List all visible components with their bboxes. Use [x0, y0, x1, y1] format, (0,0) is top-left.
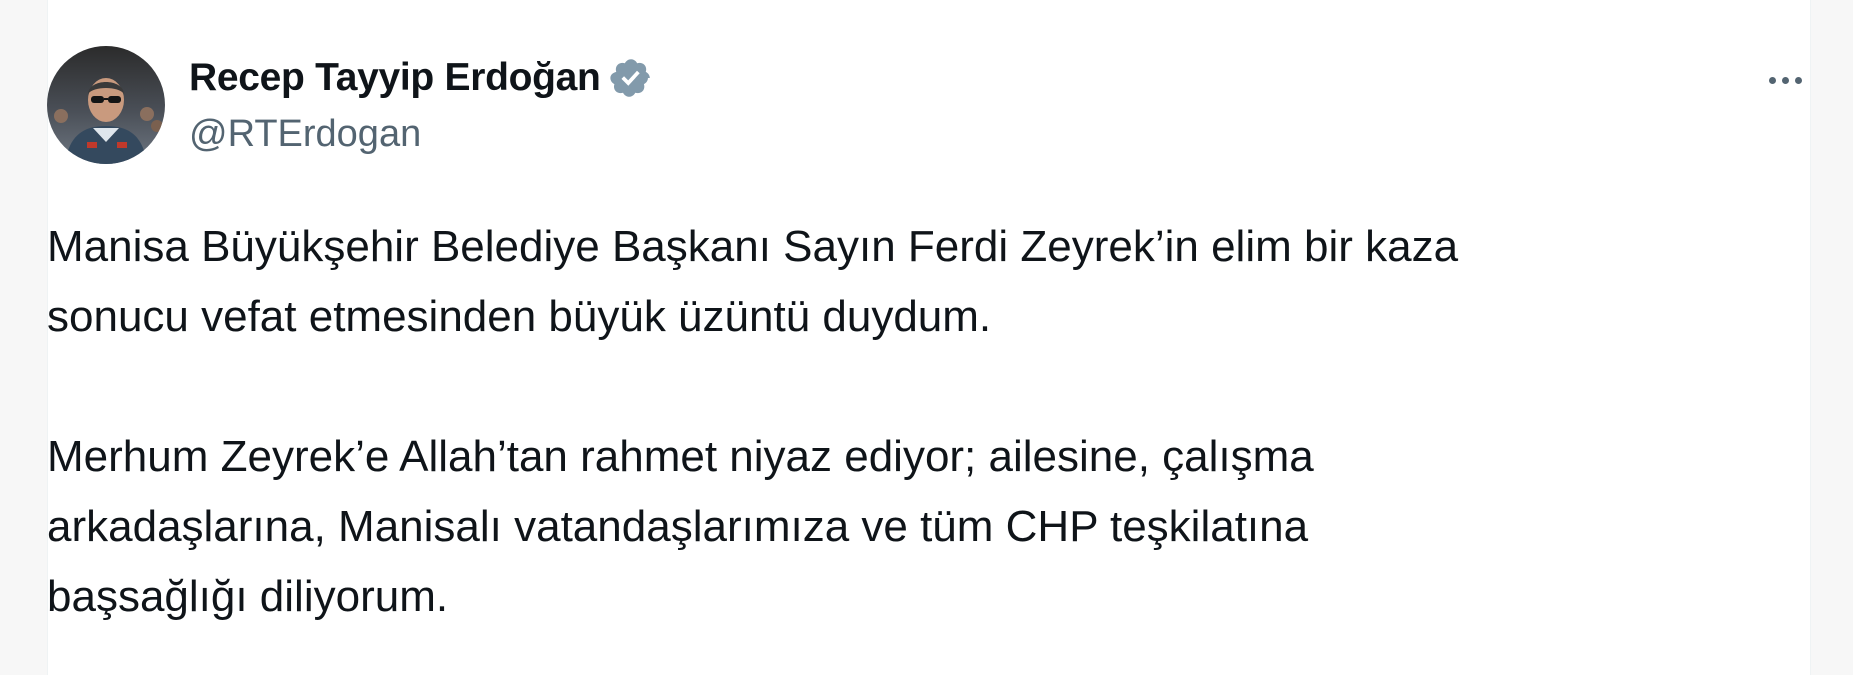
- tweet-line: sonucu vefat etmesinden büyük üzüntü duy…: [47, 292, 992, 341]
- tweet-line: başsağlığı diliyorum.: [47, 572, 449, 621]
- tweet-text: Manisa Büyükşehir Belediye Başkanı Sayın…: [47, 212, 1747, 632]
- tweet-paragraph: Manisa Büyükşehir Belediye Başkanı Sayın…: [47, 212, 1747, 352]
- tweet-line: Manisa Büyükşehir Belediye Başkanı Sayın…: [47, 222, 1459, 271]
- author-names: Recep Tayyip Erdoğan @RTErdogan: [189, 52, 653, 162]
- more-horizontal-icon: [1794, 76, 1802, 84]
- more-options-button[interactable]: [1757, 58, 1813, 102]
- more-horizontal-icon: [1768, 76, 1776, 84]
- more-horizontal-icon: [1781, 76, 1789, 84]
- author-handle[interactable]: @RTErdogan: [189, 106, 653, 162]
- avatar-image: [47, 46, 165, 164]
- display-name-row: Recep Tayyip Erdoğan: [189, 52, 653, 104]
- display-name[interactable]: Recep Tayyip Erdoğan: [189, 52, 601, 104]
- tweet-paragraph: Merhum Zeyrek’e Allah’tan rahmet niyaz e…: [47, 422, 1747, 632]
- tweet-header: Recep Tayyip Erdoğan @RTErdogan: [47, 46, 1813, 166]
- page: Recep Tayyip Erdoğan @RTErdogan Manisa B…: [0, 0, 1853, 675]
- tweet-line: arkadaşlarına, Manisalı vatandaşlarımıza…: [47, 502, 1309, 551]
- verified-badge-icon: [609, 56, 653, 100]
- avatar[interactable]: [47, 46, 165, 164]
- tweet-line: Merhum Zeyrek’e Allah’tan rahmet niyaz e…: [47, 432, 1314, 481]
